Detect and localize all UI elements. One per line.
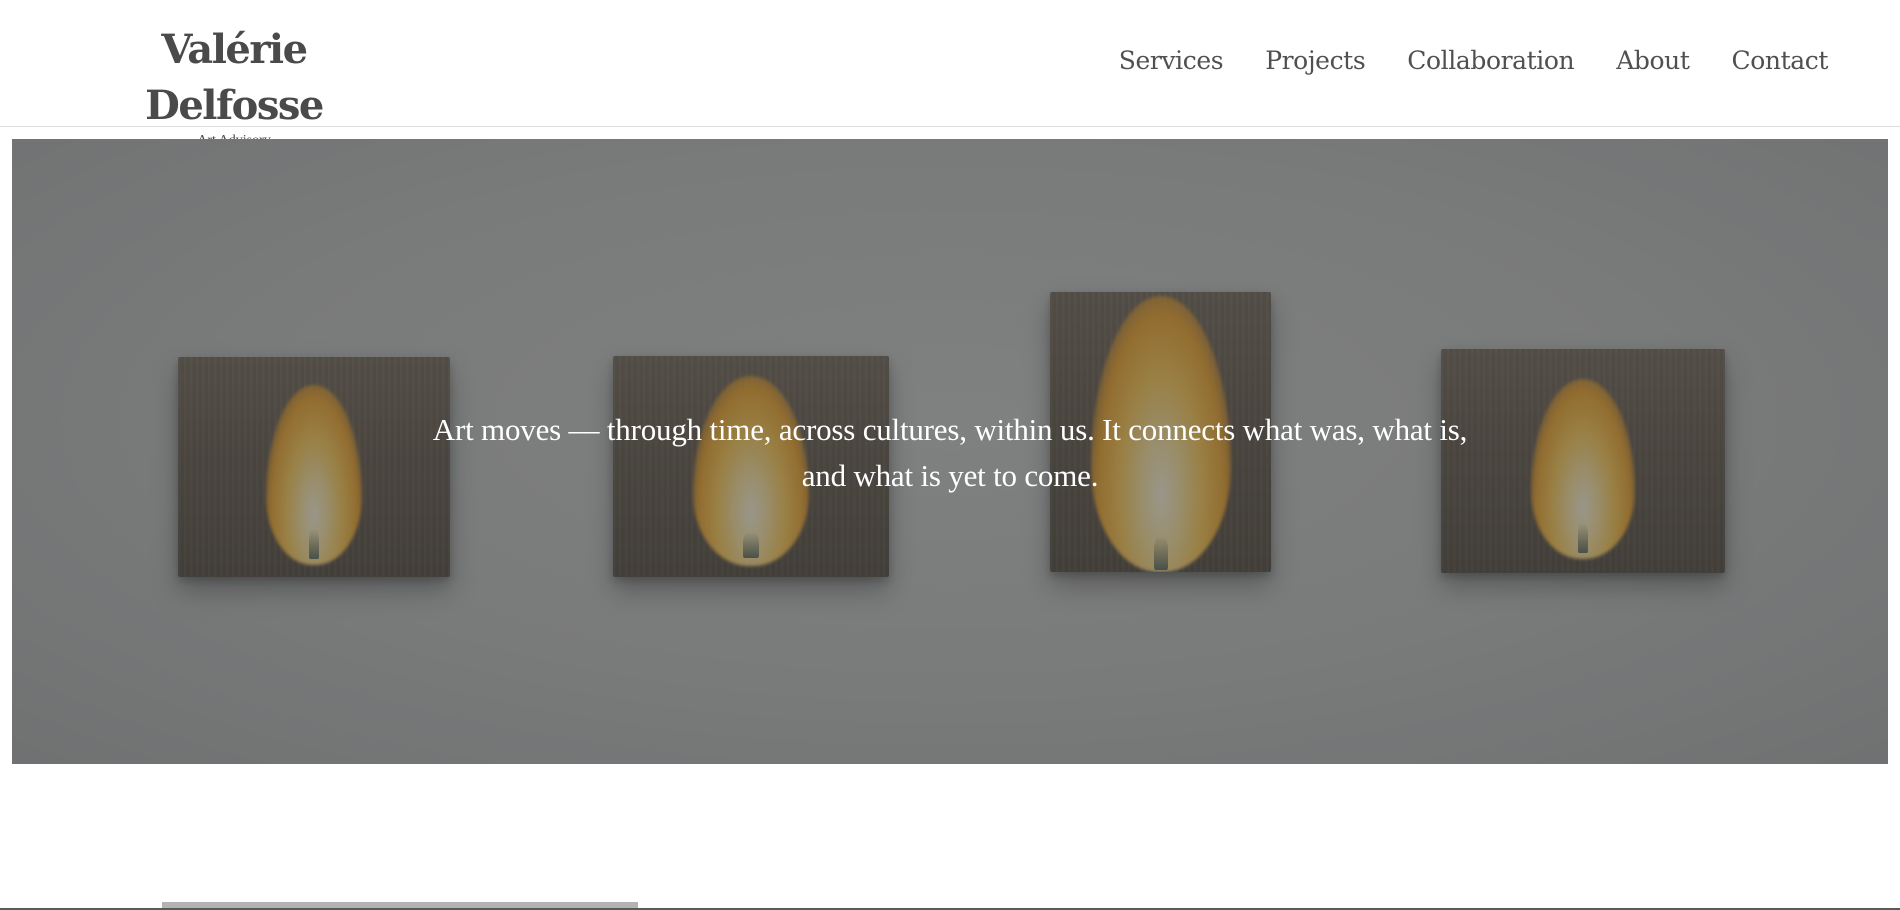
nav-link-projects[interactable]: Projects [1265, 46, 1365, 75]
nav-link-collaboration[interactable]: Collaboration [1407, 46, 1574, 75]
nav-link-contact[interactable]: Contact [1732, 46, 1829, 75]
brand-logo-link[interactable]: Valérie Delfosse Art Advisory [84, 22, 384, 149]
hero-quote-line-2: and what is yet to come. [801, 458, 1099, 493]
hero-quote: Art moves — through time, across culture… [12, 407, 1888, 499]
nav-link-about[interactable]: About [1616, 46, 1690, 75]
brand-name: Valérie Delfosse [145, 26, 324, 129]
nav-link-services[interactable]: Services [1119, 46, 1224, 75]
hero-banner: Art moves — through time, across culture… [12, 139, 1888, 764]
hero-quote-line-1: Art moves — through time, across culture… [432, 412, 1468, 447]
site-header: Valérie Delfosse Art Advisory Services P… [0, 0, 1900, 148]
main-nav: Services Projects Collaboration About Co… [1077, 40, 1829, 80]
